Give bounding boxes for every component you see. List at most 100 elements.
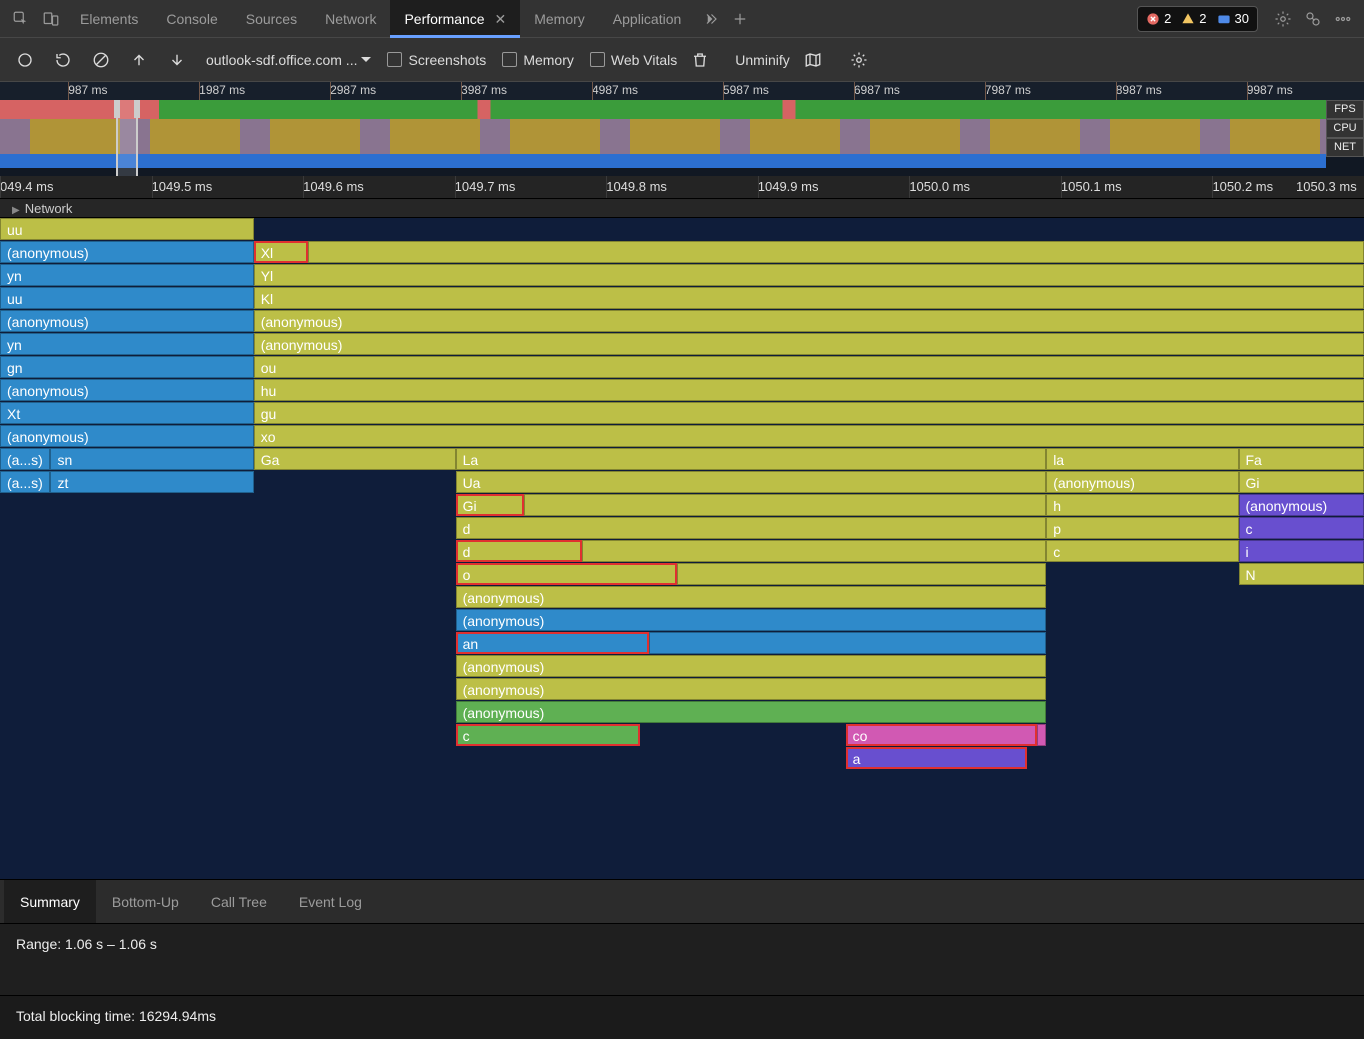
- delete-button[interactable]: [685, 45, 715, 75]
- flame-block[interactable]: p: [1046, 517, 1238, 539]
- tab-application[interactable]: Application: [599, 0, 696, 38]
- flame-block[interactable]: (anonymous): [456, 678, 1047, 700]
- capture-settings-icon[interactable]: [844, 45, 874, 75]
- flame-block[interactable]: Xt: [0, 402, 254, 424]
- flame-block[interactable]: Kl: [254, 287, 1364, 309]
- warnings-badge[interactable]: 2: [1177, 11, 1210, 26]
- tab-sources[interactable]: Sources: [232, 0, 311, 38]
- recording-selector[interactable]: outlook-sdf.office.com ...: [206, 52, 371, 68]
- cpu-label: CPU: [1326, 119, 1364, 138]
- device-toolbar-icon[interactable]: [36, 4, 66, 34]
- flame-block[interactable]: yn: [0, 333, 254, 355]
- flame-block[interactable]: La: [456, 448, 1047, 470]
- flame-block[interactable]: o: [456, 563, 677, 585]
- flame-block[interactable]: [1037, 724, 1047, 746]
- flame-block[interactable]: hu: [254, 379, 1364, 401]
- flame-block[interactable]: uu: [0, 218, 254, 240]
- flame-block[interactable]: ou: [254, 356, 1364, 378]
- flame-block[interactable]: co: [846, 724, 1037, 746]
- overview-pane[interactable]: 987 ms1987 ms2987 ms3987 ms4987 ms5987 m…: [0, 82, 1364, 176]
- flame-block[interactable]: [582, 540, 1046, 562]
- flame-block[interactable]: (anonymous): [456, 655, 1047, 677]
- flame-chart[interactable]: Network uu(anonymous)XlynYluuKl(anonymou…: [0, 198, 1364, 879]
- upload-button[interactable]: [124, 45, 154, 75]
- flame-block[interactable]: c: [1046, 540, 1238, 562]
- errors-badge[interactable]: 2: [1142, 11, 1175, 26]
- flame-block[interactable]: Gi: [1239, 471, 1364, 493]
- bottom-up-tab[interactable]: Bottom-Up: [96, 880, 195, 924]
- tab-performance[interactable]: Performance ✕: [390, 0, 520, 38]
- feedback-icon[interactable]: [1298, 4, 1328, 34]
- flame-block[interactable]: (anonymous): [0, 310, 254, 332]
- flame-block[interactable]: an: [456, 632, 650, 654]
- flame-block[interactable]: Ga: [254, 448, 456, 470]
- flame-block[interactable]: Gi: [456, 494, 524, 516]
- flame-block[interactable]: h: [1046, 494, 1238, 516]
- flame-block[interactable]: [308, 241, 1364, 263]
- download-button[interactable]: [162, 45, 192, 75]
- flame-block[interactable]: [677, 563, 1047, 585]
- flame-block[interactable]: (a...s): [0, 448, 50, 470]
- event-log-tab[interactable]: Event Log: [283, 880, 378, 924]
- flame-block[interactable]: N: [1239, 563, 1364, 585]
- detail-ruler[interactable]: 049.4 ms1049.5 ms1049.6 ms1049.7 ms1049.…: [0, 176, 1364, 198]
- flame-block[interactable]: gu: [254, 402, 1364, 424]
- more-tabs-icon[interactable]: [695, 4, 725, 34]
- flame-block[interactable]: xo: [254, 425, 1364, 447]
- overview-selection-handle[interactable]: [116, 100, 138, 176]
- info-badge[interactable]: 30: [1213, 11, 1253, 26]
- flame-block[interactable]: d: [456, 540, 583, 562]
- map-icon[interactable]: [798, 45, 828, 75]
- unminify-button[interactable]: Unminify: [735, 52, 789, 68]
- flame-block[interactable]: (anonymous): [254, 333, 1364, 355]
- flame-block[interactable]: Fa: [1239, 448, 1364, 470]
- tab-memory[interactable]: Memory: [520, 0, 599, 38]
- flame-block[interactable]: gn: [0, 356, 254, 378]
- flame-block[interactable]: i: [1239, 540, 1364, 562]
- flame-block[interactable]: yn: [0, 264, 254, 286]
- clear-button[interactable]: [86, 45, 116, 75]
- flame-block[interactable]: Ua: [456, 471, 1047, 493]
- flame-block[interactable]: (anonymous): [0, 425, 254, 447]
- tab-console[interactable]: Console: [152, 0, 231, 38]
- close-icon[interactable]: ✕: [495, 11, 507, 27]
- reload-record-button[interactable]: [48, 45, 78, 75]
- flame-block[interactable]: (anonymous): [456, 701, 1047, 723]
- flame-block[interactable]: uu: [0, 287, 254, 309]
- summary-tab[interactable]: Summary: [4, 880, 96, 924]
- network-section-header[interactable]: Network: [0, 198, 1364, 218]
- flame-block[interactable]: Yl: [254, 264, 1364, 286]
- flame-block[interactable]: (anonymous): [254, 310, 1364, 332]
- flame-block[interactable]: d: [456, 517, 1047, 539]
- flame-block[interactable]: a: [846, 747, 1027, 769]
- flame-row: ynYl: [0, 264, 1364, 287]
- flame-block[interactable]: (anonymous): [456, 609, 1047, 631]
- flame-block[interactable]: (anonymous): [456, 586, 1047, 608]
- tab-network[interactable]: Network: [311, 0, 390, 38]
- flame-block[interactable]: (a...s): [0, 471, 50, 493]
- flame-block[interactable]: sn: [50, 448, 253, 470]
- flame-block[interactable]: (anonymous): [0, 379, 254, 401]
- call-tree-tab[interactable]: Call Tree: [195, 880, 283, 924]
- flame-block[interactable]: (anonymous): [1046, 471, 1238, 493]
- more-options-icon[interactable]: [1328, 4, 1358, 34]
- flame-block[interactable]: c: [1239, 517, 1364, 539]
- flame-block[interactable]: [649, 632, 1046, 654]
- settings-icon[interactable]: [1268, 4, 1298, 34]
- screenshots-checkbox[interactable]: Screenshots: [387, 52, 486, 68]
- flame-block[interactable]: zt: [50, 471, 253, 493]
- issue-badges[interactable]: 2 2 30: [1137, 6, 1258, 32]
- add-tab-icon[interactable]: [725, 4, 755, 34]
- flame-block[interactable]: Xl: [254, 241, 309, 263]
- webvitals-checkbox[interactable]: Web Vitals: [590, 52, 677, 68]
- flame-block[interactable]: (anonymous): [1239, 494, 1364, 516]
- flame-block[interactable]: la: [1046, 448, 1238, 470]
- flame-block[interactable]: c: [456, 724, 640, 746]
- flame-block[interactable]: [524, 494, 1046, 516]
- tab-elements[interactable]: Elements: [66, 0, 152, 38]
- memory-checkbox[interactable]: Memory: [502, 52, 574, 68]
- inspect-element-icon[interactable]: [6, 4, 36, 34]
- flame-block[interactable]: (anonymous): [0, 241, 254, 263]
- record-button[interactable]: [10, 45, 40, 75]
- net-label: NET: [1326, 138, 1364, 157]
